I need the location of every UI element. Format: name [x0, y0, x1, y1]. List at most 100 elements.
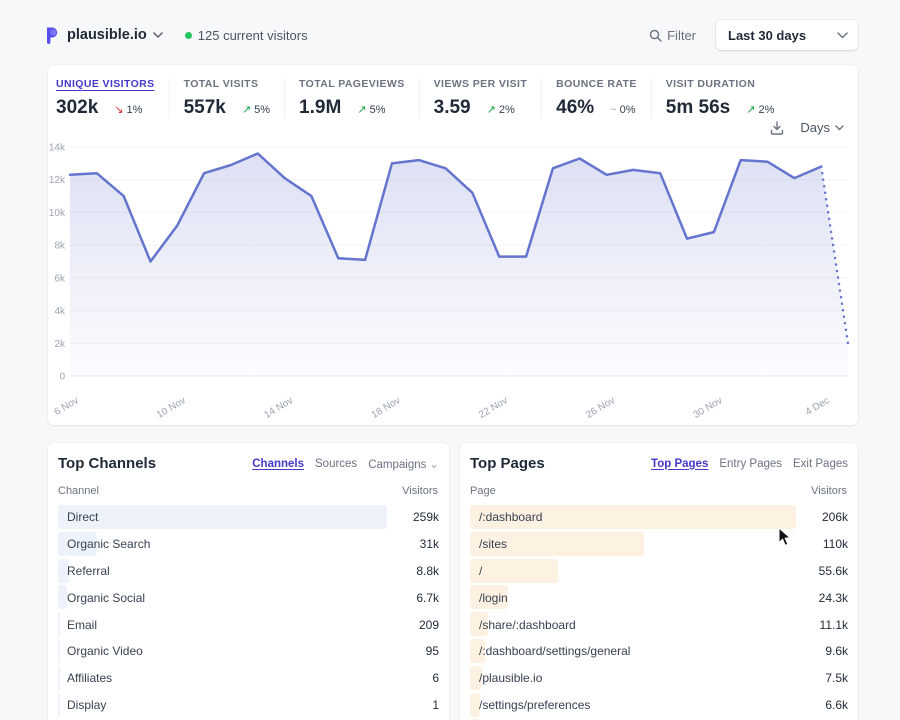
search-icon [649, 29, 662, 42]
filter-button[interactable]: Filter [649, 28, 696, 43]
filter-label: Filter [667, 28, 696, 43]
stat-label: Total pageviews [299, 78, 405, 90]
channel-row[interactable]: Referral 8.8k [58, 558, 439, 585]
top-pages-tabs: Top Pages Entry Pages Exit Pages [640, 458, 848, 470]
site-switcher[interactable]: plausible.io [44, 26, 163, 44]
download-icon[interactable] [770, 121, 784, 135]
top-bar: plausible.io 125 current visitors Filter… [44, 20, 858, 50]
row-visitors: 6 [432, 671, 439, 685]
row-label[interactable]: Email [58, 618, 97, 632]
row-label[interactable]: Organic Search [58, 537, 150, 551]
row-visitors: 11.1k [820, 618, 848, 632]
page-row[interactable]: /:dashboard/settings/general 9.6k [470, 638, 848, 665]
page-row[interactable]: /55.6k [470, 558, 848, 585]
pages-tab-exit-pages[interactable]: Exit Pages [793, 458, 848, 470]
svg-text:6k: 6k [54, 273, 66, 284]
row-label[interactable]: /sites [470, 537, 507, 551]
delta-up-icon: ↗ [487, 104, 496, 116]
page-row[interactable]: /share/:dashboard 11.1k [470, 611, 848, 638]
visitors-chart[interactable]: 02k4k6k8k10k12k14k6 Nov10 Nov14 Nov18 No… [48, 139, 858, 425]
channel-row[interactable]: Affiliates 6 [58, 665, 439, 692]
row-label[interactable]: /plausible.io [470, 671, 542, 685]
row-label[interactable]: Direct [58, 510, 98, 524]
page-row[interactable]: /plausible.io 7.5k [470, 665, 848, 692]
date-range-select[interactable]: Last 30 days [716, 20, 858, 50]
stat-delta: ↗ 5% [357, 103, 385, 116]
row-label[interactable]: Organic Video [58, 644, 143, 658]
chevron-down-icon [153, 32, 163, 38]
row-label[interactable]: /:dashboard [470, 510, 542, 524]
current-visitors-label: 125 current visitors [198, 28, 308, 43]
row-label[interactable]: Display [58, 698, 106, 712]
row-visitors: 7.5k [825, 671, 848, 685]
svg-text:6 Nov: 6 Nov [52, 395, 80, 418]
stat-value: 302k [56, 97, 98, 119]
row-label[interactable]: /share/:dashboard [470, 618, 576, 632]
pages-tab-top-pages[interactable]: Top Pages [651, 458, 708, 470]
delta-flat-icon: ~ [610, 104, 616, 116]
current-visitors[interactable]: 125 current visitors [185, 28, 308, 43]
stat-label: Unique visitors [56, 78, 155, 90]
channels-list: Direct259k Organic Search 31k Referral 8.8k O… [58, 504, 439, 718]
channel-row[interactable]: Organic Search 31k [58, 531, 439, 558]
svg-text:14k: 14k [49, 143, 66, 154]
row-label[interactable]: Affiliates [58, 671, 112, 685]
stat-label: Visit duration [666, 78, 775, 90]
svg-text:26 Nov: 26 Nov [584, 395, 617, 421]
page-column-header: Page [470, 485, 496, 497]
row-label[interactable]: /settings/preferences [470, 698, 590, 712]
stat-delta: ↗ 2% [487, 103, 515, 116]
channel-row[interactable]: Organic Video95 [58, 638, 439, 665]
stat-label: Bounce rate [556, 78, 637, 90]
stat-delta: ↗ 2% [746, 103, 774, 116]
top-channels-title: Top Channels [58, 455, 156, 472]
svg-text:12k: 12k [49, 175, 66, 186]
pages-tab-entry-pages[interactable]: Entry Pages [719, 458, 782, 470]
row-visitors: 9.6k [825, 644, 848, 658]
chevron-down-icon [837, 32, 848, 39]
row-visitors: 31k [420, 537, 439, 551]
stat-delta: ↘ 1% [114, 103, 142, 116]
channels-tab-campaigns[interactable]: Campaigns⌄ [368, 457, 439, 471]
stat-total-pageviews[interactable]: Total pageviews 1.9M ↗ 5% [284, 78, 419, 119]
row-label[interactable]: Referral [58, 564, 110, 578]
row-label[interactable]: / [470, 564, 482, 578]
channel-row[interactable]: Email209 [58, 611, 439, 638]
date-range-value: Last 30 days [728, 28, 837, 43]
row-label[interactable]: /:dashboard/settings/general [470, 644, 630, 658]
stat-value: 1.9M [299, 97, 341, 119]
delta-up-icon: ↗ [357, 104, 366, 116]
visitors-column-header: Visitors [402, 485, 438, 497]
row-visitors: 6.7k [416, 591, 439, 605]
top-channels-tabs: Channels Sources Campaigns⌄ [241, 457, 439, 471]
top-bar-right: Filter Last 30 days [649, 20, 858, 50]
visitors-chart-svg: 02k4k6k8k10k12k14k6 Nov10 Nov14 Nov18 No… [48, 139, 858, 425]
stat-visit-duration[interactable]: Visit duration5m 56s↗ 2% [651, 78, 789, 119]
stat-total-visits[interactable]: Total visits557k↗ 5% [169, 78, 284, 119]
channels-tab-sources[interactable]: Sources [315, 458, 357, 470]
stat-label: Views per visit [434, 78, 528, 90]
svg-text:4 Dec: 4 Dec [804, 395, 832, 418]
page-row[interactable]: /settings/preferences 6.6k [470, 692, 848, 719]
delta-down-icon: ↘ [114, 104, 123, 116]
analytics-card: Unique visitors 302k ↘ 1% Total visits557k↗… [48, 65, 858, 425]
stat-bounce-rate[interactable]: Bounce rate46%~ 0% [541, 78, 651, 119]
svg-text:30 Nov: 30 Nov [692, 395, 725, 421]
row-label[interactable]: /login [470, 591, 508, 605]
channel-row[interactable]: Organic Social 6.7k [58, 584, 439, 611]
row-visitors: 8.8k [416, 564, 439, 578]
interval-select[interactable]: Days [800, 120, 844, 135]
row-label[interactable]: Organic Social [58, 591, 145, 605]
channel-row[interactable]: Display1 [58, 692, 439, 719]
row-bar [58, 505, 387, 529]
channel-row[interactable]: Direct259k [58, 504, 439, 531]
channels-tab-channels[interactable]: Channels [252, 458, 304, 470]
row-visitors: 6.6k [825, 698, 848, 712]
row-visitors: 206k [822, 510, 848, 524]
stat-unique-visitors[interactable]: Unique visitors 302k ↘ 1% [56, 78, 169, 119]
page-row[interactable]: /login24.3k [470, 584, 848, 611]
visitors-column-header: Visitors [811, 485, 847, 497]
stat-views-per-visit[interactable]: Views per visit3.59↗ 2% [419, 78, 542, 119]
live-dot-icon [185, 32, 192, 39]
top-pages-title: Top Pages [470, 455, 545, 472]
